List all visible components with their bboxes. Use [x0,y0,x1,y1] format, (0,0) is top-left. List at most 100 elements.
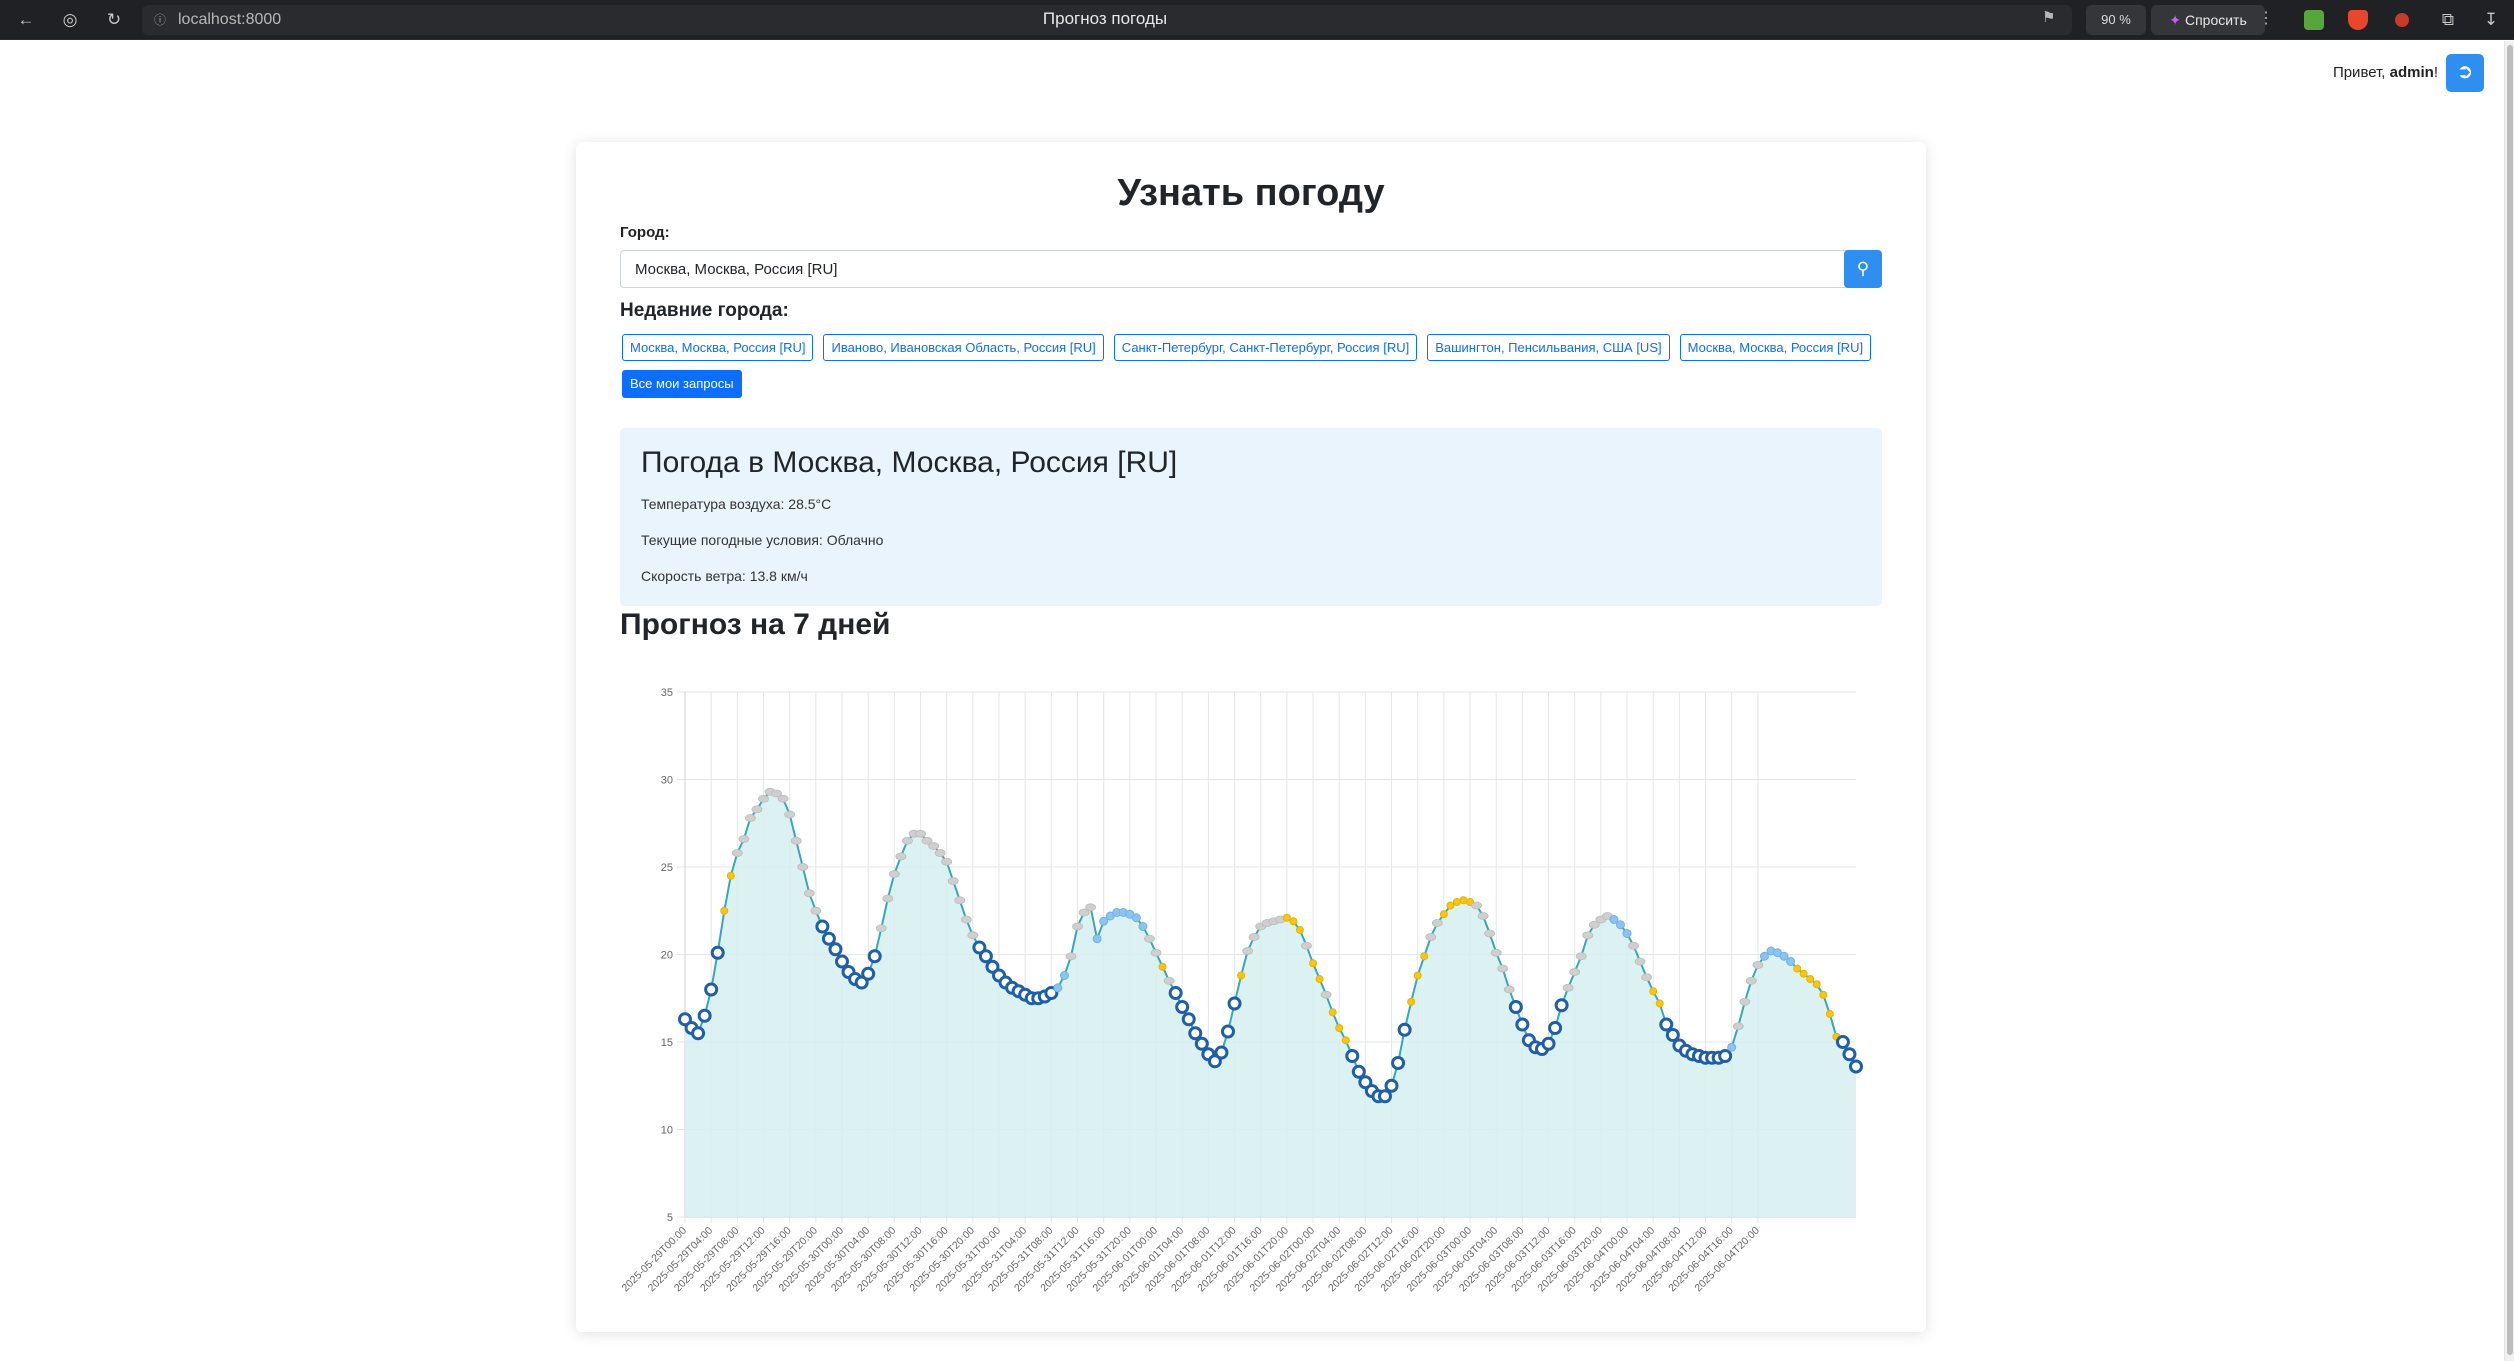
data-point-cloudy [1471,901,1482,910]
site-info-icon[interactable]: ⓘ [150,10,170,30]
data-point-night [835,954,850,969]
city-label: Город: [620,224,670,241]
data-point-sunny [1341,1036,1350,1045]
data-point-night [1835,1035,1850,1049]
data-point-sunny [1407,997,1416,1006]
data-point-rain [1131,913,1141,923]
bookmark-icon[interactable]: ⚑ [2042,8,2055,26]
recent-city-button[interactable]: Москва, Москва, Россия [RU] [1679,334,1872,361]
data-point-sunny [720,906,729,915]
data-point-night [1168,986,1183,1000]
search-icon: ⚲ [1856,259,1870,278]
data-point-sunny [1439,910,1448,919]
current-weather-title: Погода в Москва, Москва, Россия [RU] [641,446,1178,479]
all-requests-button[interactable]: Все мои запросы [622,370,742,398]
downloads-icon[interactable]: ↧ [2479,8,2503,32]
recent-city-button[interactable]: Санкт-Петербург, Санкт-Петербург, Россия… [1113,334,1418,361]
data-point-night [1548,1021,1563,1035]
data-point-night [828,942,843,957]
data-point-cloudy [1425,933,1437,941]
data-point-sunny [1649,987,1658,996]
data-point-sunny [1799,969,1808,978]
data-point-sunny [1282,913,1291,922]
data-point-night [1665,1028,1680,1042]
weather-card: Узнать погоду Город: ⚲ Недавние города: … [576,142,1926,1332]
data-point-rain [1622,929,1632,938]
data-point-rain [1786,957,1796,966]
data-point-rain [1092,934,1102,944]
data-point-sunny [1158,962,1167,971]
data-point-night [1391,1056,1406,1070]
data-point-cloudy [777,794,789,803]
series-area [685,791,1856,1217]
data-point-night [704,982,719,997]
page-scrollbar[interactable] [2504,41,2514,1361]
current-conditions: Текущие погодные условия: Облачно [641,532,884,548]
data-point-cloudy [1575,952,1587,961]
data-point-night [1842,1047,1857,1062]
extension-download-icon[interactable] [2304,10,2324,30]
y-tick-label: 30 [661,775,673,787]
data-point-night [1351,1064,1366,1079]
ask-button[interactable]: ✦ Спросить [2151,5,2265,35]
data-point-cloudy [784,810,796,819]
more-icon[interactable]: ⋮ [2258,8,2274,28]
data-point-night [1181,1012,1196,1027]
data-point-rain [1053,983,1063,993]
reload-icon[interactable]: ↻ [102,8,126,32]
data-point-cloudy [1569,968,1581,976]
tab-title: Прогноз погоды [1042,9,1168,28]
zoom-indicator[interactable]: 90 % [2086,5,2146,35]
recent-cities-title: Недавние города: [620,300,789,321]
data-point-cloudy [810,906,822,915]
data-point-sunny [1452,898,1461,906]
data-point-cloudy [1085,903,1096,912]
data-point-night [1214,1045,1229,1060]
data-point-night [1554,998,1569,1013]
data-point-night [1220,1024,1235,1039]
extension-icon[interactable] [2395,13,2409,27]
y-tick-label: 10 [661,1125,673,1137]
scrollbar-thumb[interactable] [2507,45,2513,1355]
brave-shield-icon[interactable]: ◎ [58,8,82,32]
logout-button[interactable]: ➲ [2446,54,2484,92]
ask-label: Спросить [2184,12,2247,28]
data-point-cloudy [960,915,972,924]
data-point-sunny [1819,990,1828,999]
search-button[interactable]: ⚲ [1844,250,1882,288]
data-point-cloudy [895,852,907,861]
city-input[interactable] [620,250,1880,288]
current-weather-panel: Погода в Москва, Москва, Россия [RU] Тем… [620,428,1882,606]
data-point-sunny [1446,901,1455,910]
data-point-night [861,966,876,981]
data-point-sunny [1793,964,1802,973]
forecast-title: Прогноз на 7 дней [620,608,891,641]
data-point-night [1384,1078,1399,1093]
data-point-sunny [1295,926,1304,934]
data-point-sunny [1315,975,1324,983]
data-point-cloudy [797,863,809,871]
address-text: localhost:8000 [178,11,282,28]
data-point-night [691,1026,706,1041]
tab-search-icon[interactable]: ⧉ [2436,8,2460,32]
data-point-cloudy [738,835,750,843]
data-point-cloudy [1582,931,1594,940]
greeting: Привет, admin! [2333,64,2438,81]
data-point-cloudy [1320,990,1332,999]
data-point-night [1345,1049,1360,1063]
data-point-cloudy [1477,912,1489,920]
data-point-rain [1059,971,1069,980]
back-icon[interactable]: ← [14,8,38,32]
data-point-cloudy [1163,976,1175,985]
recent-city-button[interactable]: Иваново, Ивановская Область, Россия [RU] [823,334,1104,361]
data-point-cloudy [1301,941,1312,950]
y-tick-label: 25 [661,862,673,874]
data-point-cloudy [1150,948,1162,957]
data-point-cloudy [745,814,756,822]
recent-city-button[interactable]: Москва, Москва, Россия [RU] [622,334,814,361]
forecast-chart: 51015202530352025-05-29T00:002025-05-29T… [620,687,1863,1294]
recent-city-button[interactable]: Вашингтон, Пенсильвания, США [US] [1427,334,1670,361]
brave-rewards-icon[interactable] [2348,10,2368,30]
username: admin [2389,64,2434,81]
data-point-cloudy [1628,941,1639,950]
